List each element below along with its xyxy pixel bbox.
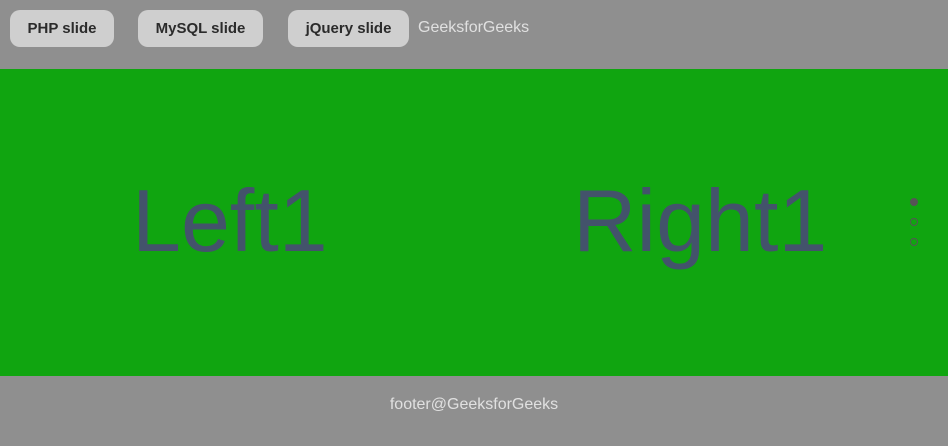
footer-text: footer@GeeksforGeeks: [389, 396, 559, 413]
jquery-slide-button[interactable]: jQuery slide: [288, 10, 409, 47]
slide-dot-2[interactable]: [910, 218, 918, 226]
slide-dot-3[interactable]: [910, 238, 918, 246]
header: PHP slide MySQL slide jQuery slide Geeks…: [0, 0, 948, 69]
brand-text: GeeksforGeeks: [418, 19, 530, 36]
php-slide-button[interactable]: PHP slide: [10, 10, 114, 47]
slide-left-text: Left1: [132, 171, 328, 270]
slide-dot-1[interactable]: [910, 198, 918, 206]
slide-indicator: [910, 198, 922, 258]
footer: footer@GeeksforGeeks: [0, 376, 948, 446]
slider: Left1 Right1: [0, 69, 948, 376]
mysql-slide-button[interactable]: MySQL slide: [138, 10, 263, 47]
slide-right-text: Right1: [573, 171, 828, 270]
